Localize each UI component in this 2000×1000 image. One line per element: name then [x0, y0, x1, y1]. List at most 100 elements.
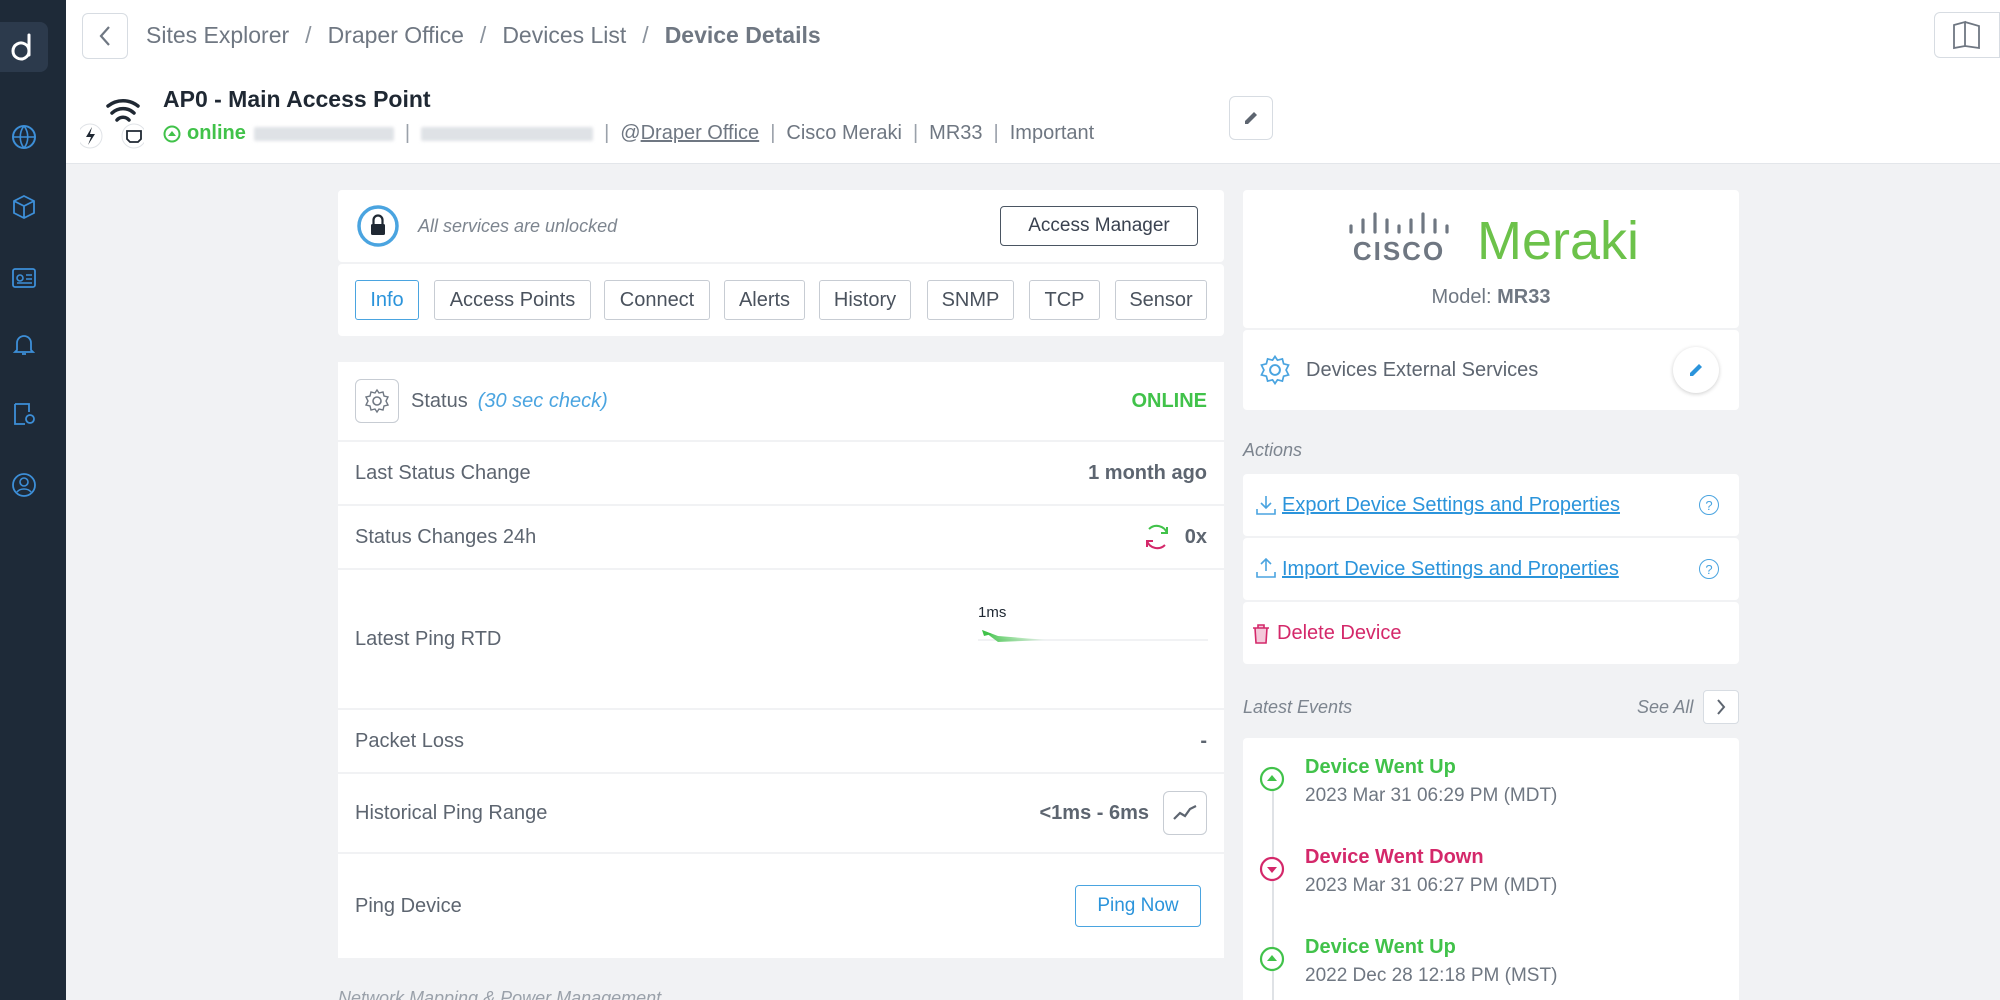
breadcrumb: Sites Explorer / Draper Office / Devices…	[146, 22, 821, 49]
event-time: 2023 Mar 31 06:29 PM (MDT)	[1305, 785, 1558, 806]
breadcrumb-separator: /	[305, 22, 312, 48]
tab-history[interactable]: History	[819, 280, 911, 320]
vendor-model: Model: MR33	[1243, 286, 1739, 309]
latest-events-title: Latest Events	[1243, 697, 1353, 717]
status-row: Status (30 sec check) ONLINE	[338, 362, 1224, 440]
cisco-bars-icon	[1349, 212, 1449, 234]
meta-divider: |	[993, 122, 999, 144]
last-change-value: 1 month ago	[1088, 461, 1207, 484]
ping-device-label: Ping Device	[355, 894, 462, 917]
status-label: Status	[411, 389, 468, 412]
lock-status-text: All services are unlocked	[418, 216, 618, 236]
breadcrumb-separator: /	[642, 22, 649, 48]
delete-action[interactable]: Delete Device	[1243, 602, 1739, 664]
status-value: ONLINE	[1131, 389, 1207, 412]
user-circle-icon[interactable]	[10, 471, 38, 499]
cisco-logo: CISCO	[1347, 212, 1457, 266]
tab-access-points[interactable]: Access Points	[434, 280, 591, 320]
event-title: Device Went Up	[1305, 756, 1456, 778]
see-all-link[interactable]: See All	[1637, 697, 1693, 718]
event-item[interactable]: Device Went Up 2023 Mar 31 06:29 PM (MDT…	[1305, 756, 1557, 807]
events-list: Device Went Up 2023 Mar 31 06:29 PM (MDT…	[1243, 738, 1739, 1000]
app-logo[interactable]	[0, 22, 48, 72]
redacted-ip	[253, 126, 394, 141]
cubes-icon[interactable]	[10, 193, 38, 221]
ping-sparkline	[978, 630, 1208, 642]
meta-divider: |	[604, 122, 610, 144]
ping-history-chart-button[interactable]	[1163, 791, 1207, 835]
last-change-label: Last Status Change	[355, 461, 531, 484]
meta-divider: |	[404, 122, 411, 144]
redacted-mac	[421, 126, 594, 141]
wifi-device-icon	[80, 98, 144, 149]
tab-snmp[interactable]: SNMP	[927, 280, 1014, 320]
device-importance: Important	[1009, 122, 1095, 144]
status-settings-button[interactable]	[355, 379, 399, 423]
edit-external-services-button[interactable]	[1673, 347, 1719, 393]
help-icon[interactable]: ?	[1699, 559, 1719, 579]
event-down-icon	[1259, 856, 1285, 882]
upload-icon	[1256, 557, 1276, 578]
tab-tcp[interactable]: TCP	[1029, 280, 1100, 320]
book-icon	[1953, 20, 1980, 50]
help-icon[interactable]: ?	[1699, 495, 1719, 515]
vendor-card: CISCO Meraki Model: MR33	[1243, 190, 1739, 328]
meta-divider: |	[912, 122, 919, 144]
event-time: 2022 Dec 28 12:18 PM (MST)	[1305, 965, 1558, 986]
model-label: Model:	[1431, 286, 1492, 308]
packet-loss-value: -	[1200, 729, 1207, 752]
device-site-link[interactable]: Draper Office	[641, 122, 760, 145]
packet-loss-row: Packet Loss -	[338, 710, 1224, 772]
dashboard-icon[interactable]	[10, 264, 38, 292]
status-changes-row: Status Changes 24h 0x	[338, 506, 1224, 568]
sidebar	[0, 0, 66, 1000]
model-value: MR33	[1497, 286, 1551, 308]
actions-title: Actions	[1243, 440, 1303, 460]
globe-icon[interactable]	[10, 123, 38, 151]
tab-info[interactable]: Info	[355, 280, 419, 320]
tab-connect[interactable]: Connect	[604, 280, 710, 320]
event-time: 2023 Mar 31 06:27 PM (MDT)	[1305, 875, 1558, 896]
access-manager-button[interactable]: Access Manager	[1000, 206, 1198, 246]
packet-loss-label: Packet Loss	[355, 729, 464, 752]
back-button[interactable]	[82, 13, 128, 59]
breadcrumb-current: Device Details	[664, 22, 821, 48]
chevron-right-icon	[1717, 699, 1726, 715]
refresh-icon	[1145, 524, 1168, 550]
meraki-wordmark: Meraki	[1477, 211, 1640, 271]
latest-ping-row: Latest Ping RTD 1ms	[338, 570, 1224, 708]
external-services-label: Devices External Services	[1306, 359, 1539, 381]
historical-ping-label: Historical Ping Range	[355, 801, 548, 824]
breadcrumb-devices-list[interactable]: Devices List	[502, 22, 626, 49]
ping-now-button[interactable]: Ping Now	[1075, 885, 1201, 927]
event-item[interactable]: Device Went Down 2023 Mar 31 06:27 PM (M…	[1305, 846, 1557, 897]
ping-rtd-label: Latest Ping RTD	[355, 627, 502, 650]
tab-alerts[interactable]: Alerts	[724, 280, 805, 320]
breadcrumb-sites-explorer[interactable]: Sites Explorer	[146, 22, 289, 49]
historical-ping-value: <1ms - 6ms	[1039, 801, 1149, 824]
tab-sensor[interactable]: Sensor	[1115, 280, 1207, 320]
breadcrumb-draper-office[interactable]: Draper Office	[328, 22, 464, 49]
chevron-left-icon	[99, 26, 110, 46]
network-mapping-section-title: Network Mapping & Power Management	[338, 988, 662, 1000]
ping-rtd-value: 1ms	[978, 604, 1007, 621]
delete-device-label: Delete Device	[1277, 622, 1402, 644]
import-settings-link[interactable]: Import Device Settings and Properties	[1282, 558, 1619, 581]
gear-icon	[1260, 354, 1290, 386]
device-vendor: Cisco Meraki	[786, 122, 902, 144]
event-item[interactable]: Device Went Up 2022 Dec 28 12:18 PM (MST…	[1305, 936, 1557, 987]
bell-icon[interactable]	[10, 330, 38, 358]
edit-device-button[interactable]	[1229, 96, 1273, 140]
gear-icon	[364, 388, 390, 414]
page-header: Sites Explorer / Draper Office / Devices…	[66, 0, 2000, 164]
status-changes-value: 0x	[1184, 525, 1207, 548]
device-title: AP0 - Main Access Point	[163, 86, 431, 112]
external-services-card: Devices External Services	[1243, 330, 1739, 410]
line-chart-icon	[1173, 805, 1197, 820]
docs-button[interactable]	[1934, 12, 2000, 58]
see-all-button[interactable]	[1703, 690, 1739, 724]
tabs-bar: Info Access Points Connect Alerts Histor…	[338, 264, 1224, 336]
export-settings-link[interactable]: Export Device Settings and Properties	[1282, 494, 1620, 517]
trash-icon	[1253, 624, 1269, 644]
reports-icon[interactable]	[10, 400, 38, 428]
